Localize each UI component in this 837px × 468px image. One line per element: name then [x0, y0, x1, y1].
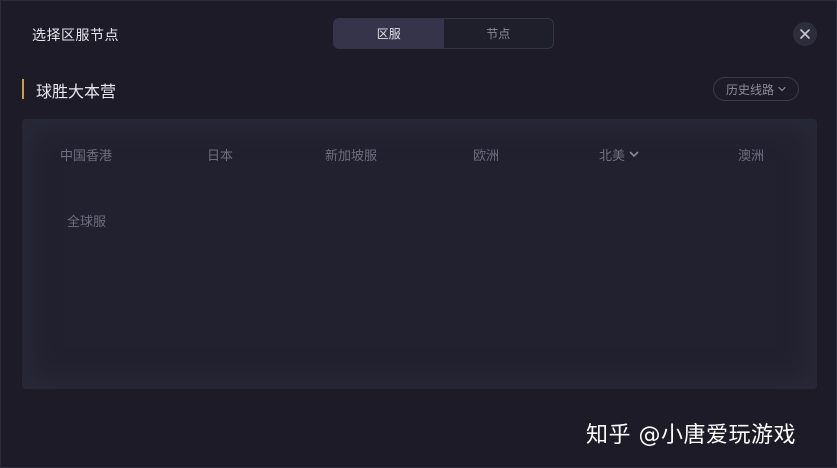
chevron-down-icon [778, 86, 786, 92]
section-accent-bar [22, 79, 24, 99]
view-tabs: 区服 节点 [333, 18, 554, 49]
region-item-north-america[interactable]: 北美 [599, 145, 639, 164]
close-button[interactable] [793, 22, 817, 46]
section-title: 球胜大本营 [36, 82, 117, 101]
region-item-singapore[interactable]: 新加坡服 [325, 145, 377, 164]
region-label: 澳洲 [738, 149, 765, 164]
dialog-title: 选择区服节点 [32, 28, 119, 44]
region-item-hongkong[interactable]: 中国香港 [60, 145, 112, 164]
chevron-down-icon [629, 151, 639, 157]
region-item-australia[interactable]: 澳洲 [738, 145, 764, 164]
close-icon [800, 29, 810, 39]
region-item-japan[interactable]: 日本 [207, 145, 233, 164]
tab-node[interactable]: 节点 [444, 19, 554, 48]
tab-region[interactable]: 区服 [334, 19, 444, 48]
region-label: 北美 [599, 149, 626, 164]
region-label: 中国香港 [60, 149, 113, 164]
region-item-global[interactable]: 全球服 [67, 211, 106, 230]
history-route-label: 历史线路 [725, 82, 774, 97]
region-label: 新加坡服 [325, 149, 378, 164]
watermark: 知乎 @小唐爱玩游戏 [586, 423, 796, 448]
history-route-button[interactable]: 历史线路 [713, 77, 799, 101]
region-label: 欧洲 [473, 149, 500, 164]
server-select-dialog: 选择区服节点 区服 节点 球胜大本营 历史线路 中国香港 日本 新加坡服 欧洲 … [0, 0, 837, 468]
region-panel: 中国香港 日本 新加坡服 欧洲 北美 澳洲 全球服 [22, 119, 817, 389]
region-label: 全球服 [67, 215, 107, 230]
region-item-europe[interactable]: 欧洲 [473, 145, 499, 164]
region-label: 日本 [207, 149, 234, 164]
